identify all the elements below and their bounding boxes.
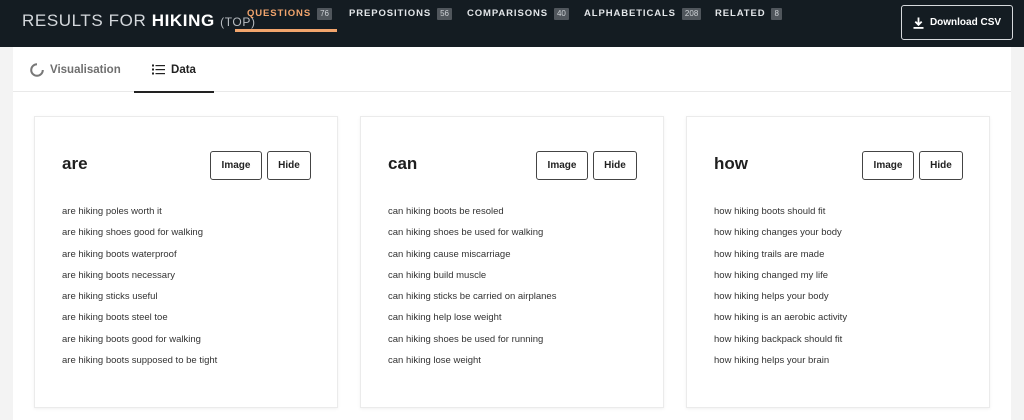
active-tab-indicator <box>235 29 337 32</box>
list-item[interactable]: can hiking shoes be used for running <box>388 334 556 355</box>
list-item[interactable]: can hiking sticks be carried on airplane… <box>388 291 556 312</box>
tab-related[interactable]: RELATED 8 <box>715 0 782 47</box>
tab-count-badge: 208 <box>681 8 702 20</box>
list-item[interactable]: are hiking boots supposed to be tight <box>62 355 217 376</box>
tab-visualisation-label: Visualisation <box>50 63 121 76</box>
list-item[interactable]: can hiking boots be resoled <box>388 206 556 227</box>
hide-button[interactable]: Hide <box>267 151 311 180</box>
view-tabs: Visualisation Data <box>13 47 1011 93</box>
download-csv-button[interactable]: Download CSV <box>901 5 1013 40</box>
list-item[interactable]: how hiking trails are made <box>714 249 847 270</box>
tab-label: QUESTIONS <box>247 8 312 19</box>
list-item[interactable]: how hiking is an aerobic activity <box>714 312 847 333</box>
card-title: how <box>714 154 748 173</box>
hide-button[interactable]: Hide <box>919 151 963 180</box>
tab-data-label: Data <box>171 63 196 76</box>
tab-prepositions[interactable]: PREPOSITIONS 56 <box>349 0 452 47</box>
question-card-how: how Image Hide how hiking boots should f… <box>686 116 990 408</box>
list-item[interactable]: how hiking backpack should fit <box>714 334 847 355</box>
image-button[interactable]: Image <box>862 151 914 180</box>
list-icon <box>152 64 166 75</box>
tab-label: RELATED <box>715 8 766 19</box>
list-item[interactable]: can hiking build muscle <box>388 270 556 291</box>
top-bar: RESULTS FOR HIKING (TOP) QUESTIONS 76 PR… <box>0 0 1024 47</box>
hide-button[interactable]: Hide <box>593 151 637 180</box>
list-item[interactable]: how hiking boots should fit <box>714 206 847 227</box>
tab-data[interactable]: Data <box>134 47 214 93</box>
list-item[interactable]: are hiking poles worth it <box>62 206 217 227</box>
tab-count-badge: 8 <box>771 8 782 20</box>
question-list: are hiking poles worth it are hiking sho… <box>62 206 217 376</box>
list-item[interactable]: are hiking boots good for walking <box>62 334 217 355</box>
question-list: can hiking boots be resoled can hiking s… <box>388 206 556 376</box>
question-card-are: are Image Hide are hiking poles worth it… <box>34 116 338 408</box>
list-item[interactable]: can hiking lose weight <box>388 355 556 376</box>
question-list: how hiking boots should fit how hiking c… <box>714 206 847 376</box>
list-item[interactable]: can hiking cause miscarriage <box>388 249 556 270</box>
tab-visualisation[interactable]: Visualisation <box>30 47 121 92</box>
list-item[interactable]: can hiking shoes be used for walking <box>388 227 556 248</box>
tab-count-badge: 56 <box>437 8 452 20</box>
card-title: are <box>62 154 88 173</box>
download-icon <box>913 17 924 29</box>
tab-alphabeticals[interactable]: ALPHABETICALS 208 <box>584 0 702 47</box>
results-keyword: HIKING <box>151 11 215 30</box>
results-title: RESULTS FOR HIKING (TOP) <box>22 11 256 31</box>
image-button[interactable]: Image <box>536 151 588 180</box>
list-item[interactable]: are hiking boots waterproof <box>62 249 217 270</box>
tab-label: ALPHABETICALS <box>584 8 676 19</box>
list-item[interactable]: are hiking shoes good for walking <box>62 227 217 248</box>
download-label: Download CSV <box>929 17 1002 28</box>
list-item[interactable]: how hiking helps your brain <box>714 355 847 376</box>
list-item[interactable]: can hiking help lose weight <box>388 312 556 333</box>
circle-spinner-icon <box>30 62 44 77</box>
tab-count-badge: 40 <box>553 8 569 20</box>
question-card-can: can Image Hide can hiking boots be resol… <box>360 116 664 408</box>
image-button[interactable]: Image <box>210 151 262 180</box>
tab-count-badge: 76 <box>317 8 332 20</box>
tab-comparisons[interactable]: COMPARISONS 40 <box>467 0 569 47</box>
list-item[interactable]: are hiking boots necessary <box>62 270 217 291</box>
card-title: can <box>388 154 418 173</box>
tab-questions[interactable]: QUESTIONS 76 <box>247 0 332 47</box>
list-item[interactable]: how hiking helps your body <box>714 291 847 312</box>
list-item[interactable]: how hiking changed my life <box>714 270 847 291</box>
list-item[interactable]: how hiking changes your body <box>714 227 847 248</box>
list-item[interactable]: are hiking sticks useful <box>62 291 217 312</box>
results-title-prefix: RESULTS FOR <box>22 11 147 30</box>
list-item[interactable]: are hiking boots steel toe <box>62 312 217 333</box>
tab-label: COMPARISONS <box>467 8 548 19</box>
tab-label: PREPOSITIONS <box>349 8 432 19</box>
